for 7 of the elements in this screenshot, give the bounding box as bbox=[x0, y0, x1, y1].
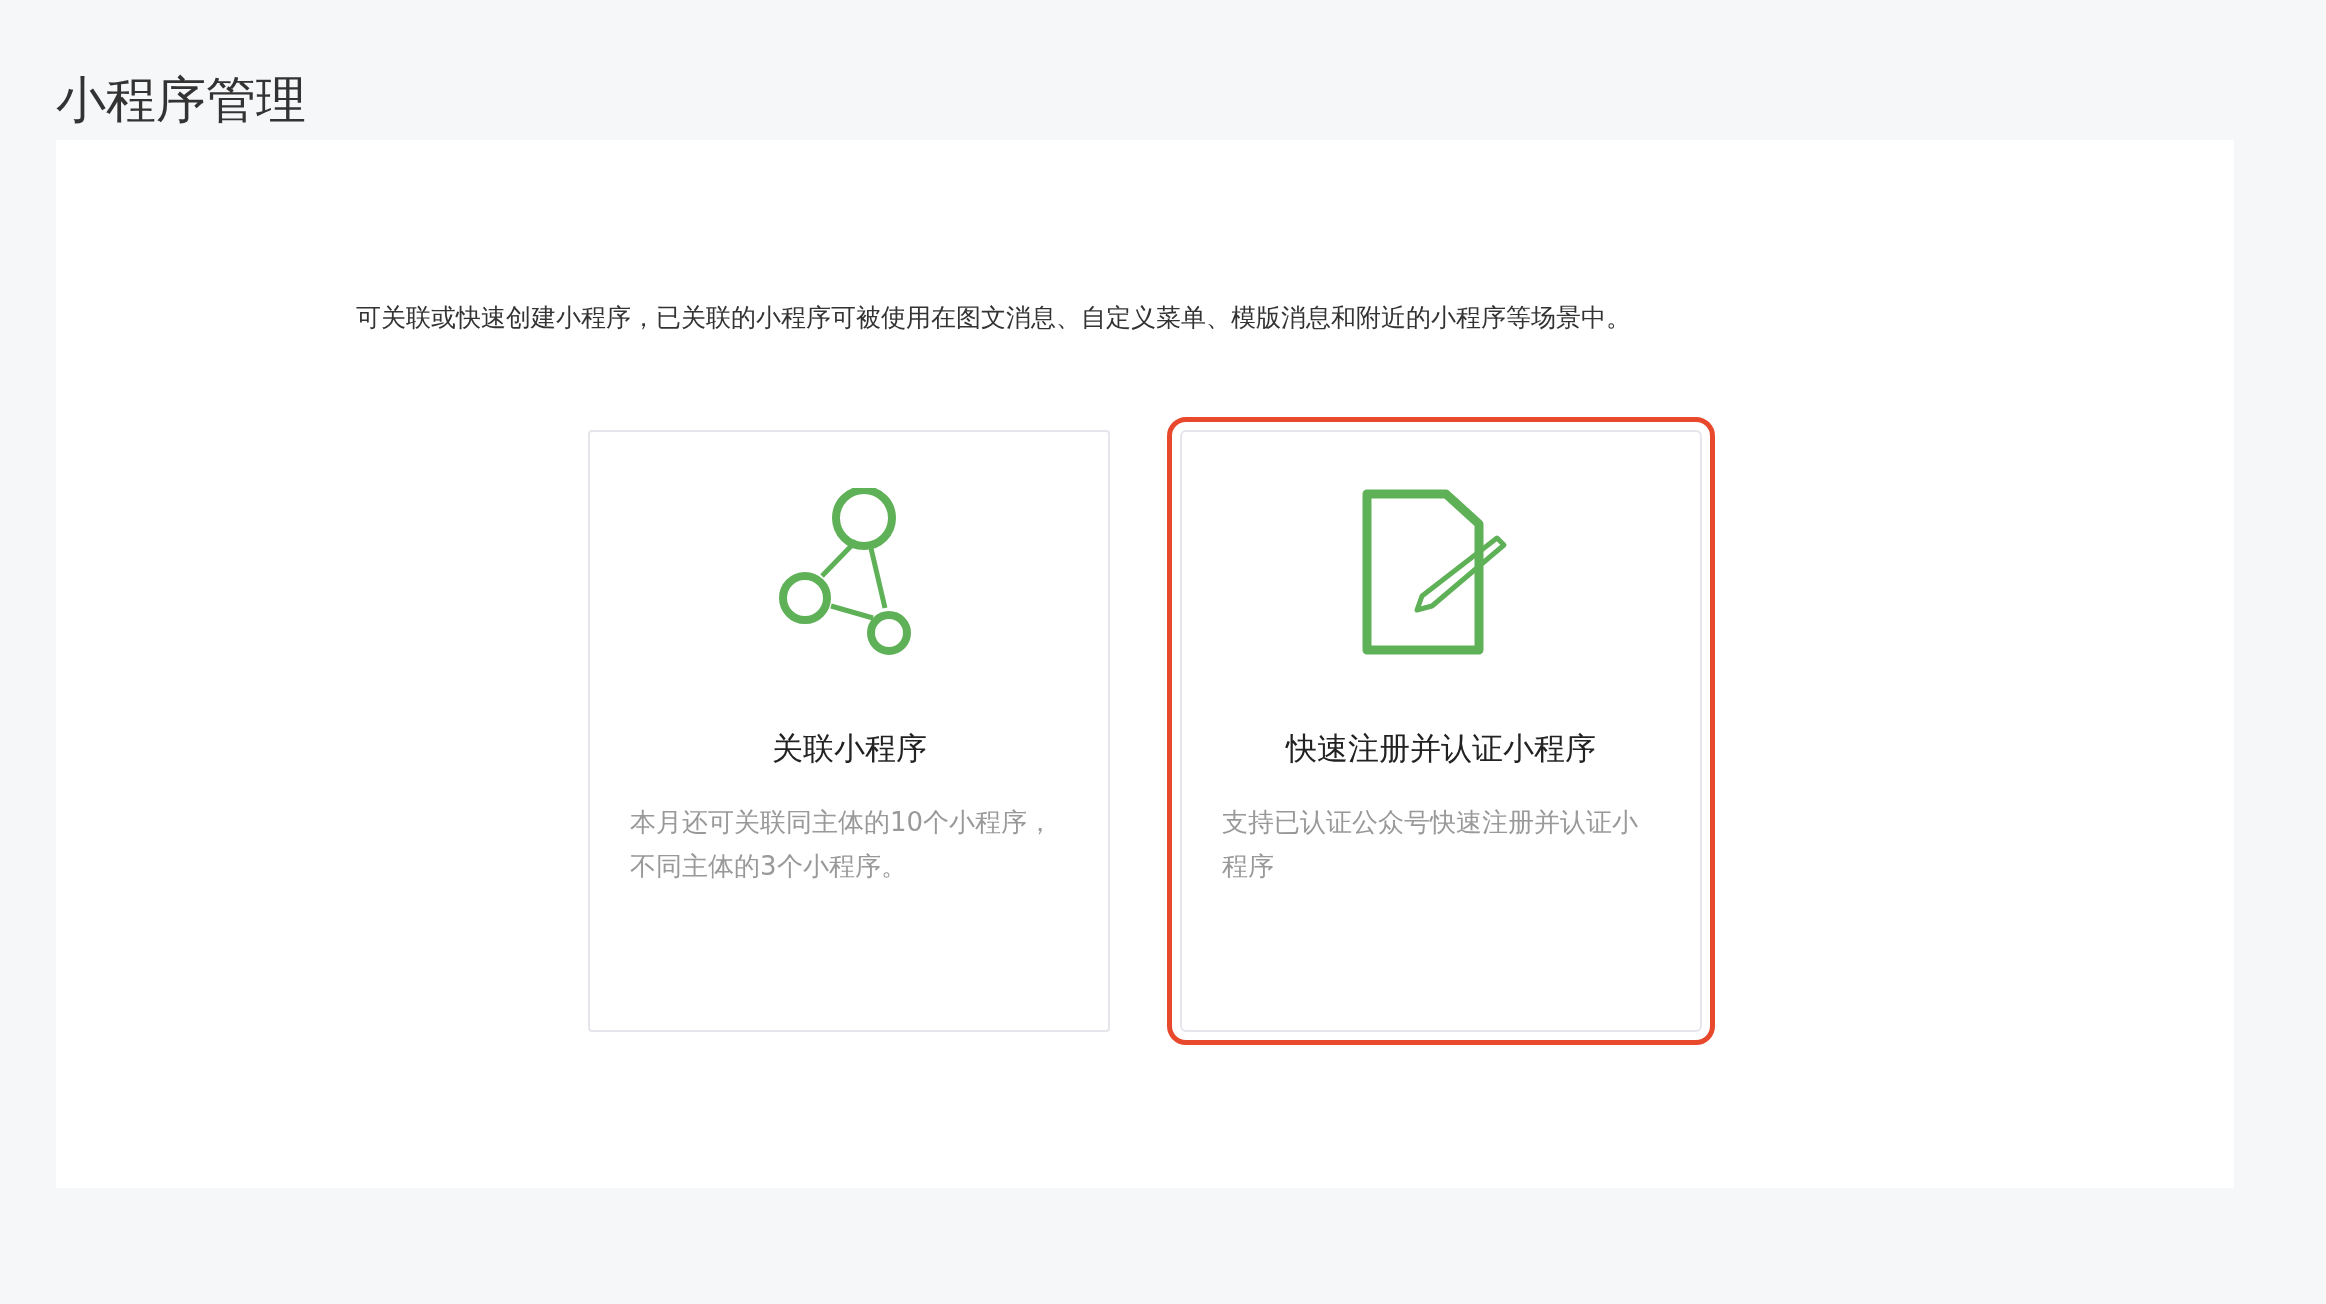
intro-text: 可关联或快速创建小程序，已关联的小程序可被使用在图文消息、自定义菜单、模版消息和附近的小程序等场景中。 bbox=[356, 302, 1632, 334]
card-description: 支持已认证公众号快速注册并认证小程序 bbox=[1222, 806, 1639, 883]
page-title: 小程序管理 bbox=[56, 70, 307, 131]
card-description: 本月还可关联同主体的10个小程序，不同主体的3个小程序。 bbox=[630, 806, 1055, 883]
card-title: 关联小程序 bbox=[771, 729, 927, 768]
option-card[interactable]: 关联小程序 本月还可关联同主体的10个小程序，不同主体的3个小程序。 bbox=[588, 430, 1110, 1032]
card-title: 快速注册并认证小程序 bbox=[1286, 729, 1596, 768]
